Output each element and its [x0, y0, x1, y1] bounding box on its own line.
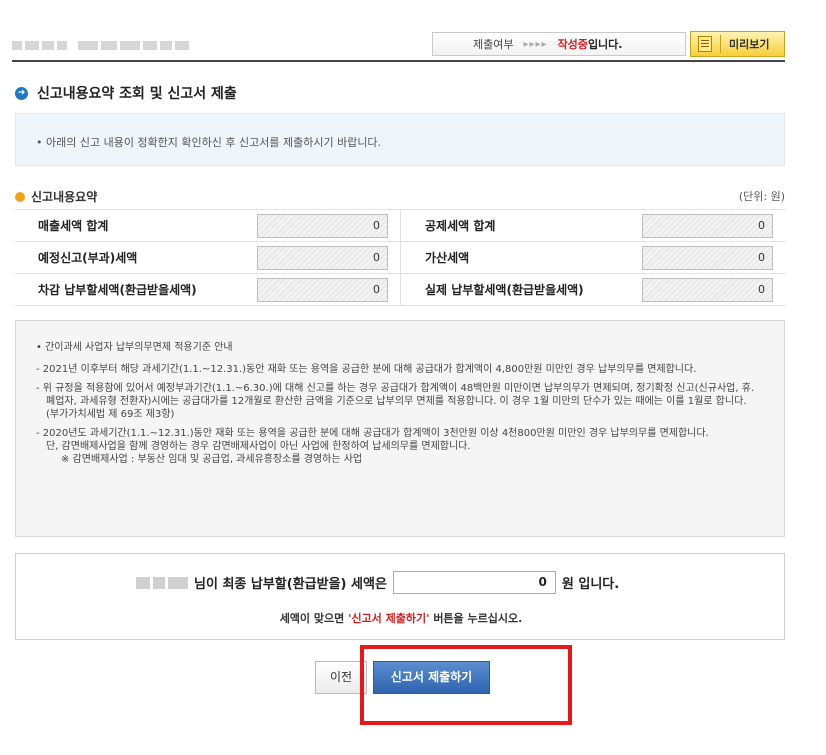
blurred-user-name [136, 576, 188, 589]
summary-right-label: 가산세액 [425, 251, 470, 265]
guide-item: - 2020년도 과세기간(1.1.~12.31.)동안 재화 또는 용역을 공… [36, 428, 709, 439]
hint-red: '신고서 제출하기' [348, 612, 430, 625]
document-icon [698, 36, 712, 52]
column-divider [400, 242, 401, 274]
summary-table: 매출세액 합계 0 공제세액 합계 0 예정신고(부과)세액 0 가산세액 0 … [15, 209, 785, 306]
submit-hint: 세액이 맞으면 '신고서 제출하기' 버튼을 누르십시오. [16, 610, 786, 626]
summary-right-label: 실제 납부할세액(환급받을세액) [425, 283, 584, 297]
unit-label: (단위: 원) [738, 190, 785, 203]
submission-status: 제출여부 ▸▸▸▸ 작성중 입니다. [432, 32, 686, 56]
hint-after: 버튼을 누르십시오. [429, 612, 523, 625]
guide-item: - 위 규정을 적용함에 있어서 예정부과기간(1.1.~6.30.)에 대해 … [36, 383, 755, 420]
hint-before: 세액이 맞으면 [279, 612, 349, 625]
button-divider [720, 35, 721, 53]
guide-note: ※ 감면배제사업 : 부동산 임대 및 공급업, 과세유흥장소를 경영하는 사업 [61, 454, 363, 465]
summary-row: 차감 납부할세액(환급받을세액) 0 실제 납부할세액(환급받을세액) 0 [15, 274, 785, 306]
summary-left-label: 매출세액 합계 [38, 219, 109, 233]
summary-left-value: 0 [257, 214, 388, 238]
status-label: 제출여부 [473, 38, 514, 51]
status-value: 작성중 [557, 38, 588, 51]
summary-right-label: 공제세액 합계 [425, 219, 496, 233]
guide-item: 단, 감면배제사업을 함께 경영하는 경우 감면배제사업이 아닌 사업에 한정하… [46, 441, 471, 452]
arrow-circle-icon: ➜ [15, 86, 28, 100]
guide-item: - 2021년 이후부터 해당 과세기간(1.1.~12.31.)동안 재화 또… [36, 364, 697, 375]
summary-right-value: 0 [642, 246, 773, 270]
guide-heading: • 간이과세 사업자 납부의무면제 적용기준 안내 [36, 342, 233, 353]
column-divider [400, 210, 401, 242]
final-text-before: 님이 최종 납부할(환급받을) 세액은 [194, 577, 387, 592]
summary-left-label: 차감 납부할세액(환급받을세액) [38, 283, 197, 297]
summary-title-text: 신고내용요약 [31, 190, 98, 204]
final-amount-line: 님이 최종 납부할(환급받을) 세액은 0 원 입니다. [136, 571, 619, 594]
summary-row: 매출세액 합계 0 공제세액 합계 0 [15, 210, 785, 242]
summary-left-value: 0 [257, 246, 388, 270]
notice-text: • 아래의 신고 내용이 정확한지 확인하신 후 신고서를 제출하시기 바랍니다… [36, 136, 382, 149]
final-amount-value: 0 [392, 571, 556, 594]
final-text-after: 원 입니다. [561, 577, 620, 592]
summary-right-value: 0 [642, 214, 773, 238]
summary-left-value: 0 [257, 278, 388, 302]
exemption-guide: • 간이과세 사업자 납부의무면제 적용기준 안내 - 2021년 이후부터 해… [15, 320, 785, 537]
top-bar: 제출여부 ▸▸▸▸ 작성중 입니다. 미리보기 [12, 28, 785, 62]
page-title-text: 신고내용요약 조회 및 신고서 제출 [37, 86, 237, 102]
notice-box: • 아래의 신고 내용이 정확한지 확인하신 후 신고서를 제출하시기 바랍니다… [15, 113, 785, 166]
summary-row: 예정신고(부과)세액 0 가산세액 0 [15, 242, 785, 274]
preview-button[interactable]: 미리보기 [690, 31, 785, 57]
final-amount-box: 님이 최종 납부할(환급받을) 세액은 0 원 입니다. 세액이 맞으면 '신고… [15, 553, 785, 640]
column-divider [400, 274, 401, 306]
highlight-box [360, 645, 572, 725]
preview-button-label: 미리보기 [729, 38, 770, 51]
status-suffix: 입니다. [587, 38, 623, 51]
summary-right-value: 0 [642, 278, 773, 302]
blurred-user-name [12, 40, 189, 50]
page-title: ➜ 신고내용요약 조회 및 신고서 제출 [15, 83, 237, 103]
bullet-icon [15, 191, 25, 202]
summary-left-label: 예정신고(부과)세액 [38, 251, 138, 265]
summary-title: 신고내용요약 [15, 188, 97, 205]
status-arrows: ▸▸▸▸ [523, 38, 548, 50]
